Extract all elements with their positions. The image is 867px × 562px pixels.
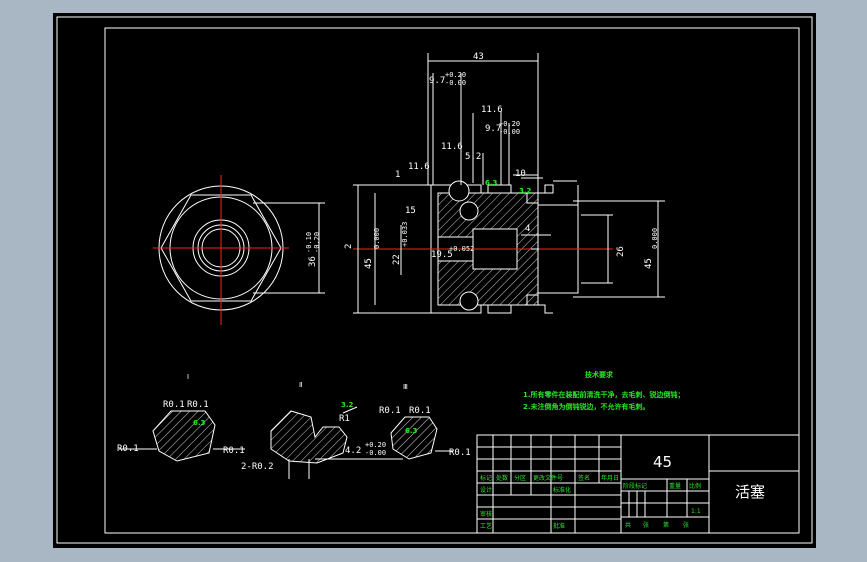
- notes-title: 技术要求: [585, 370, 614, 379]
- svg-text:张: 张: [643, 521, 649, 529]
- dim-4-2-tol-minus: -0.00: [365, 449, 386, 457]
- roughness-5: 6.3: [405, 427, 418, 435]
- dim-26: 26: [616, 246, 626, 257]
- dim-4-2-tol-plus: +0.20: [365, 441, 386, 449]
- detail-label-1: Ⅰ: [187, 373, 189, 381]
- dim-36: 36: [308, 256, 318, 267]
- dim-45-b-tol: 0.000: [651, 228, 659, 249]
- scale-value: 1:1: [691, 508, 701, 515]
- roughness-4: 3.2: [341, 401, 354, 409]
- svg-text:更改文件号: 更改文件号: [533, 474, 563, 482]
- dim-1: 1: [395, 170, 400, 180]
- svg-text:工艺: 工艺: [480, 522, 492, 530]
- section-view: [353, 53, 665, 314]
- dim-36-tol: -0.10: [305, 232, 313, 253]
- roughness-1: 6.3: [485, 179, 498, 187]
- dim-45-b: 45: [644, 258, 654, 269]
- dim-19-5-tol: +0.052: [449, 245, 474, 253]
- dim-11-6-c: 11.6: [408, 162, 430, 172]
- dim-r0-1-e: R0.1: [379, 406, 401, 416]
- dim-tol-plus-b: +0.20: [499, 120, 520, 128]
- dim-r0-1-g: R0.1: [449, 448, 471, 458]
- notes-line-2: 2.未注倒角为倒钝锐边，不允许有毛刺。: [523, 402, 650, 411]
- dim-r0-1-f: R0.1: [409, 406, 431, 416]
- svg-text:年月日: 年月日: [601, 474, 619, 482]
- dim-r1: R1: [339, 414, 350, 424]
- outer-frame: [56, 16, 813, 544]
- end-view: [153, 175, 325, 325]
- title-row-4: 工艺 批准 共 张 第 张: [480, 521, 689, 530]
- dim-tol-minus-a: -0.00: [445, 79, 466, 87]
- dim-r0-1-b: R0.1: [187, 400, 209, 410]
- svg-text:共: 共: [625, 521, 631, 529]
- dim-r0-1-d: R0.1: [223, 446, 245, 456]
- svg-text:签名: 签名: [578, 474, 590, 482]
- svg-text:标记: 标记: [480, 474, 492, 482]
- svg-text:审核: 审核: [480, 510, 492, 518]
- part-name: 活塞: [735, 483, 765, 501]
- dim-22: 22: [392, 254, 402, 265]
- svg-text:重量: 重量: [669, 482, 681, 490]
- dim-11-6-a: 11.6: [481, 105, 503, 115]
- dim-11-6-b: 11.6: [441, 142, 463, 152]
- dim-r0-1-a: R0.1: [163, 400, 185, 410]
- svg-text:比例: 比例: [689, 482, 701, 490]
- svg-text:分区: 分区: [514, 474, 526, 482]
- dim-43: 43: [473, 52, 484, 62]
- detail-label-3: Ⅲ: [403, 383, 408, 391]
- dim-2-r0-2: 2-R0.2: [241, 462, 274, 472]
- material-label: 45: [653, 453, 672, 471]
- roughness-2: 3.2: [519, 187, 532, 195]
- roughness-3: 6.3: [193, 419, 206, 427]
- svg-text:设计: 设计: [480, 486, 492, 494]
- svg-text:第: 第: [663, 521, 669, 529]
- dim-tol-minus-b: -0.00: [499, 128, 520, 136]
- dim-10: 10: [515, 169, 526, 179]
- dim-2: 2: [344, 244, 354, 249]
- dim-45-a-tol: 0.000: [373, 228, 381, 249]
- svg-text:标准化: 标准化: [553, 486, 571, 494]
- detail-view-3: [390, 416, 453, 460]
- dim-5-2: 5.2: [465, 152, 481, 162]
- dim-r0-1-c: R0.1: [117, 444, 139, 454]
- svg-text:阶段标记: 阶段标记: [623, 482, 647, 490]
- svg-text:张: 张: [683, 521, 689, 529]
- dim-45-a: 45: [364, 258, 374, 269]
- dim-15: 15: [405, 206, 416, 216]
- detail-label-2: Ⅱ: [299, 381, 302, 389]
- dim-4: 4: [525, 224, 530, 234]
- title-row-3: 审核: [480, 510, 492, 518]
- svg-text:处数: 处数: [496, 474, 508, 482]
- title-row-1: 标记 处数 分区 更改文件号 签名 年月日: [480, 474, 619, 482]
- engineering-drawing: 36 -0.10 -0.20 43 9.7 +0.20 -0.00 11.6 9…: [56, 16, 813, 544]
- notes-line-1: 1.所有零件在装配前清洗干净，去毛刺、锐边倒钝；: [523, 390, 685, 399]
- dim-4-2: 4.2: [345, 446, 361, 456]
- drawing-sheet: 36 -0.10 -0.20 43 9.7 +0.20 -0.00 11.6 9…: [53, 13, 816, 548]
- title-row-2: 设计 标准化 阶段标记 重量 比例: [480, 482, 701, 494]
- dim-36-tol2: -0.20: [313, 232, 321, 253]
- dim-9-7-a: 9.7: [429, 76, 445, 86]
- svg-text:批准: 批准: [553, 522, 565, 530]
- dim-22-tol: +0.033: [401, 222, 409, 247]
- dim-tol-plus-a: +0.20: [445, 71, 466, 79]
